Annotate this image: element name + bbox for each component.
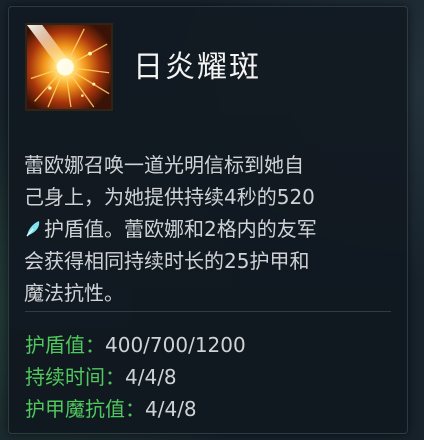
ability-stats: 护盾值：400/700/1200 持续时间：4/4/8 护甲魔抗值：4/4/8 bbox=[25, 329, 395, 425]
game-screen: 日炎耀斑 蕾欧娜召唤一道光明信标到她自 己身上，为她提供持续4秒的520 护盾值… bbox=[0, 0, 424, 440]
stat-label: 护甲魔抗值： bbox=[25, 397, 145, 421]
divider bbox=[25, 311, 391, 312]
stat-label: 护盾值： bbox=[25, 333, 105, 357]
stat-value: 4/4/8 bbox=[125, 365, 177, 389]
stat-value: 400/700/1200 bbox=[105, 333, 246, 357]
ability-tooltip: 日炎耀斑 蕾欧娜召唤一道光明信标到她自 己身上，为她提供持续4秒的520 护盾值… bbox=[8, 6, 408, 434]
description-line: 会获得相同持续时长的25护甲和 bbox=[24, 249, 310, 273]
tooltip-header: 日炎耀斑 bbox=[25, 23, 395, 115]
description-line-text: 护盾值。蕾欧娜和2格内的友军 bbox=[44, 217, 317, 241]
description-line: 蕾欧娜召唤一道光明信标到她自 bbox=[24, 153, 304, 177]
stat-row-shield: 护盾值：400/700/1200 bbox=[25, 329, 395, 361]
ability-power-icon bbox=[24, 216, 42, 237]
sun-flare-icon bbox=[25, 23, 113, 111]
stat-value: 4/4/8 bbox=[145, 397, 197, 421]
stat-label: 持续时间： bbox=[25, 365, 125, 389]
ability-description: 蕾欧娜召唤一道光明信标到她自 己身上，为她提供持续4秒的520 护盾值。蕾欧娜和… bbox=[24, 149, 404, 309]
ability-title: 日炎耀斑 bbox=[133, 50, 261, 85]
stat-row-duration: 持续时间：4/4/8 bbox=[25, 361, 395, 393]
description-line: 魔法抗性。 bbox=[24, 281, 124, 305]
description-line: 己身上，为她提供持续4秒的520 bbox=[24, 185, 315, 209]
description-line: 护盾值。蕾欧娜和2格内的友军 bbox=[24, 213, 404, 245]
stat-row-armor-mr: 护甲魔抗值：4/4/8 bbox=[25, 393, 395, 425]
